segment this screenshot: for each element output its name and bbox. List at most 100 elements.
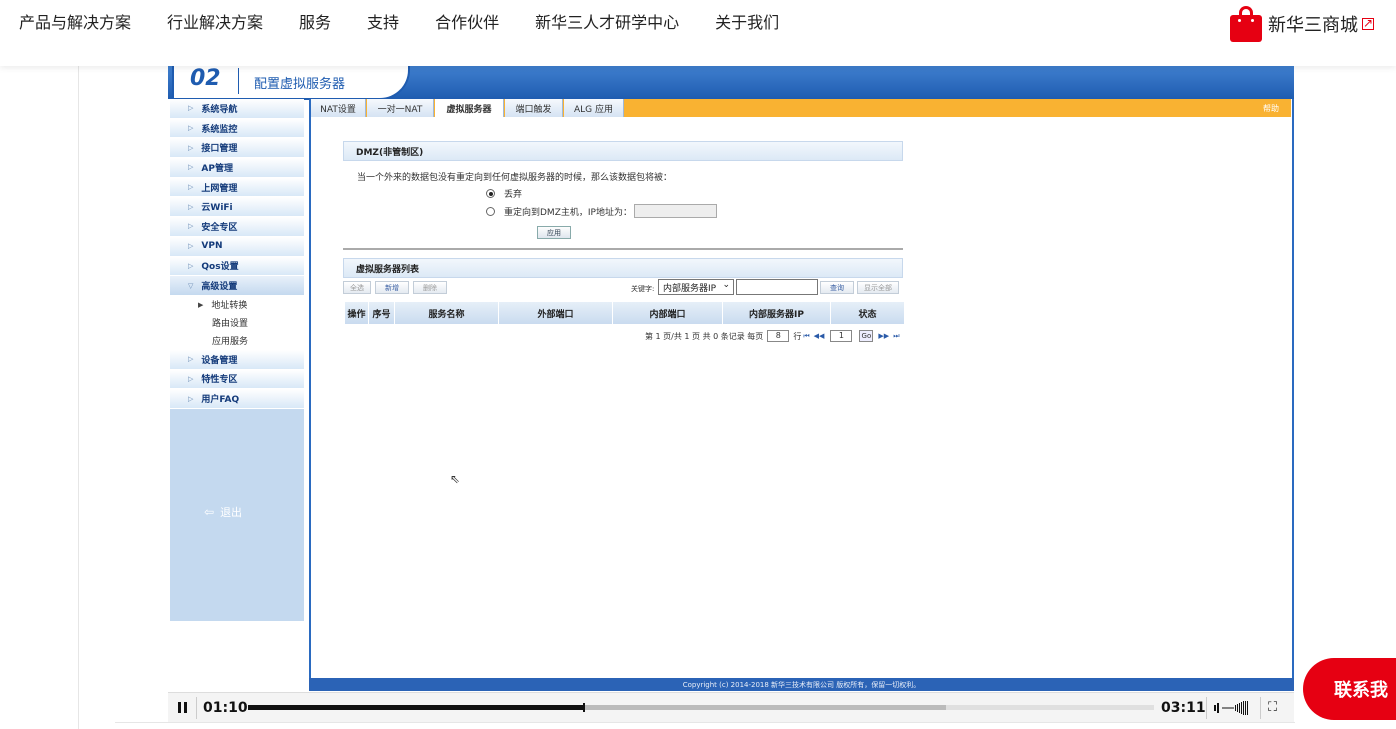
- keyword-label: 关键字:: [631, 285, 655, 293]
- pause-icon[interactable]: [178, 702, 187, 713]
- played-bar: [248, 705, 584, 710]
- caret-right-icon: ▷: [188, 124, 194, 133]
- col-action: 操作: [345, 302, 369, 324]
- nav-item-industry[interactable]: 行业解决方案: [167, 12, 263, 34]
- nav-item-support[interactable]: 支持: [367, 12, 399, 34]
- sidebar-item-ap[interactable]: ▷ AP管理: [170, 158, 304, 178]
- keyword-select-value: 内部服务器IP: [663, 283, 717, 294]
- sidebar-item-label: Qos设置: [201, 262, 239, 273]
- sidebar-item-faq[interactable]: ▷ 用户FAQ: [170, 389, 304, 409]
- sidebar-item-features[interactable]: ▷ 特性专区: [170, 369, 304, 390]
- pager-summary: 第 1 页/共 1 页 共 0 条记录 每页: [645, 331, 764, 341]
- dmz-apply-button[interactable]: 应用: [537, 226, 571, 239]
- nav-item-service[interactable]: 服务: [299, 12, 331, 34]
- sidebar-item-security[interactable]: ▷ 安全专区: [170, 217, 304, 237]
- site-header: 产品与解决方案 行业解决方案 服务 支持 合作伙伴 新华三人才研学中心 关于我们…: [0, 0, 1396, 66]
- video-player[interactable]: 02 配置虚拟服务器 ▷ 系统导航 ▷ 系统监控 ▷ 接口管理 ▷ AP管理 ▷ 上网管理…: [168, 66, 1294, 722]
- sidebar-subitem-app-service[interactable]: 应用服务: [170, 331, 304, 350]
- col-service-name: 服务名称: [395, 302, 499, 324]
- delete-button[interactable]: 删除: [413, 281, 447, 294]
- nav-item-talent[interactable]: 新华三人才研学中心: [535, 12, 679, 34]
- sidebar-item-label: 特性专区: [201, 375, 238, 386]
- prev-page-icon[interactable]: ◀◀: [814, 332, 825, 340]
- seek-handle[interactable]: [583, 703, 586, 712]
- add-button[interactable]: 新增: [375, 281, 409, 294]
- sidebar-item-label: 安全专区: [201, 222, 238, 233]
- router-main-panel: NAT设置 一对一NAT 虚拟服务器 端口触发 ALG 应用 帮助 DMZ(非管…: [309, 99, 1294, 689]
- radio-selected[interactable]: [486, 189, 495, 198]
- triangle-right-icon: ▶: [198, 300, 204, 309]
- page-divider-bottom: [115, 722, 1295, 723]
- sidebar-item-label: 设备管理: [201, 355, 238, 366]
- vs-table-header: 操作 序号 服务名称 外部端口 内部端口 内部服务器IP 状态: [345, 302, 905, 324]
- tab-alg[interactable]: ALG 应用: [564, 99, 624, 117]
- tab-bar: NAT设置 一对一NAT 虚拟服务器 端口触发 ALG 应用 帮助: [311, 99, 1291, 117]
- sidebar-item-monitor[interactable]: ▷ 系统监控: [170, 118, 304, 139]
- dmz-option-redirect[interactable]: 重定向到DMZ主机，IP地址为：: [486, 204, 717, 218]
- tab-virtual-server[interactable]: 虚拟服务器: [435, 99, 504, 117]
- sidebar-subitem-nat[interactable]: ▶ 地址转换: [170, 295, 304, 314]
- logout-button[interactable]: ⇦ 退出: [204, 504, 242, 520]
- help-link[interactable]: 帮助: [1263, 103, 1279, 114]
- contact-button[interactable]: 联系我: [1303, 658, 1396, 720]
- sidebar-item-cloud-wifi[interactable]: ▷ 云WiFi: [170, 197, 304, 218]
- store-link[interactable]: 新华三商城 ↗: [1230, 5, 1374, 42]
- sidebar-item-label: 云WiFi: [201, 203, 233, 214]
- sidebar-item-vpn[interactable]: ▷ VPN: [170, 236, 304, 257]
- nav-item-about[interactable]: 关于我们: [715, 12, 779, 34]
- dmz-description: 当一个外来的数据包没有重定向到任何虚拟服务器的时候，那么该数据包将被：: [357, 173, 673, 183]
- dmz-header: DMZ(非管制区): [343, 141, 903, 161]
- nav-item-partners[interactable]: 合作伙伴: [435, 12, 499, 34]
- caret-right-icon: ▷: [188, 163, 194, 172]
- dmz-option-discard-label: 丢弃: [504, 190, 523, 200]
- select-all-button[interactable]: 全选: [343, 281, 371, 294]
- sidebar-item-label: 系统监控: [201, 124, 238, 135]
- router-sidebar: ▷ 系统导航 ▷ 系统监控 ▷ 接口管理 ▷ AP管理 ▷ 上网管理 ▷ 云WiFi ▷ 安全…: [170, 99, 304, 621]
- player-controls: 01:10 03:11 ⛶: [168, 692, 1294, 722]
- show-all-button[interactable]: 显示全部: [857, 281, 899, 294]
- caret-right-icon: ▷: [188, 261, 194, 270]
- copyright-bar: Copyright (c) 2014-2018 新华三技术有限公司 版权所有，保…: [309, 678, 1294, 691]
- page-divider: [78, 66, 79, 729]
- tab-one-to-one-nat[interactable]: 一对一NAT: [367, 99, 434, 117]
- total-time: 03:11: [1161, 700, 1206, 716]
- dmz-option-discard[interactable]: 丢弃: [486, 187, 522, 200]
- section-divider: [343, 248, 903, 250]
- progress-bar[interactable]: [248, 703, 1154, 712]
- pager-rows-label: 行: [793, 331, 802, 341]
- nav-item-products[interactable]: 产品与解决方案: [19, 12, 131, 34]
- sidebar-item-interface[interactable]: ▷ 接口管理: [170, 138, 304, 159]
- col-internal-port: 内部端口: [613, 302, 723, 324]
- fullscreen-icon[interactable]: ⛶: [1268, 700, 1277, 715]
- search-button[interactable]: 查询: [820, 281, 854, 294]
- keyword-select[interactable]: 内部服务器IP ⌄: [658, 279, 734, 295]
- sidebar-item-device[interactable]: ▷ 设备管理: [170, 349, 304, 370]
- sidebar-item-label: VPN: [201, 241, 223, 252]
- step-number: 02: [190, 66, 221, 91]
- radio-unselected[interactable]: [486, 206, 495, 216]
- volume-icon[interactable]: [1214, 701, 1252, 715]
- per-page-input[interactable]: 8: [767, 330, 790, 342]
- caret-right-icon: ▷: [188, 355, 194, 364]
- page-input[interactable]: 1: [830, 330, 853, 342]
- first-page-icon[interactable]: ⏮: [803, 332, 809, 341]
- sidebar-subitem-routing[interactable]: 路由设置: [170, 313, 304, 332]
- go-button[interactable]: Go: [859, 330, 874, 342]
- sidebar-item-internet[interactable]: ▷ 上网管理: [170, 177, 304, 198]
- mouse-pointer-icon: ⇖: [450, 472, 461, 486]
- dmz-ip-input[interactable]: [633, 204, 717, 218]
- tab-nat[interactable]: NAT设置: [311, 99, 366, 117]
- sidebar-item-nav[interactable]: ▷ 系统导航: [170, 99, 304, 119]
- chevron-down-icon: ⌄: [722, 280, 730, 290]
- tab-port-trigger[interactable]: 端口触发: [505, 99, 563, 117]
- sidebar-item-qos[interactable]: ▷ Qos设置: [170, 256, 304, 277]
- sidebar-subitem-label: 地址转换: [211, 301, 248, 312]
- next-page-icon[interactable]: ▶▶: [878, 332, 889, 340]
- keyword-input[interactable]: [736, 279, 818, 295]
- logout-icon: ⇦: [204, 505, 215, 519]
- sidebar-item-advanced[interactable]: ▽ 高级设置: [170, 276, 304, 296]
- sidebar-item-label: 高级设置: [201, 282, 238, 293]
- last-page-icon[interactable]: ⏭: [893, 332, 899, 341]
- col-internal-ip: 内部服务器IP: [723, 302, 831, 324]
- caret-right-icon: ▷: [188, 222, 194, 231]
